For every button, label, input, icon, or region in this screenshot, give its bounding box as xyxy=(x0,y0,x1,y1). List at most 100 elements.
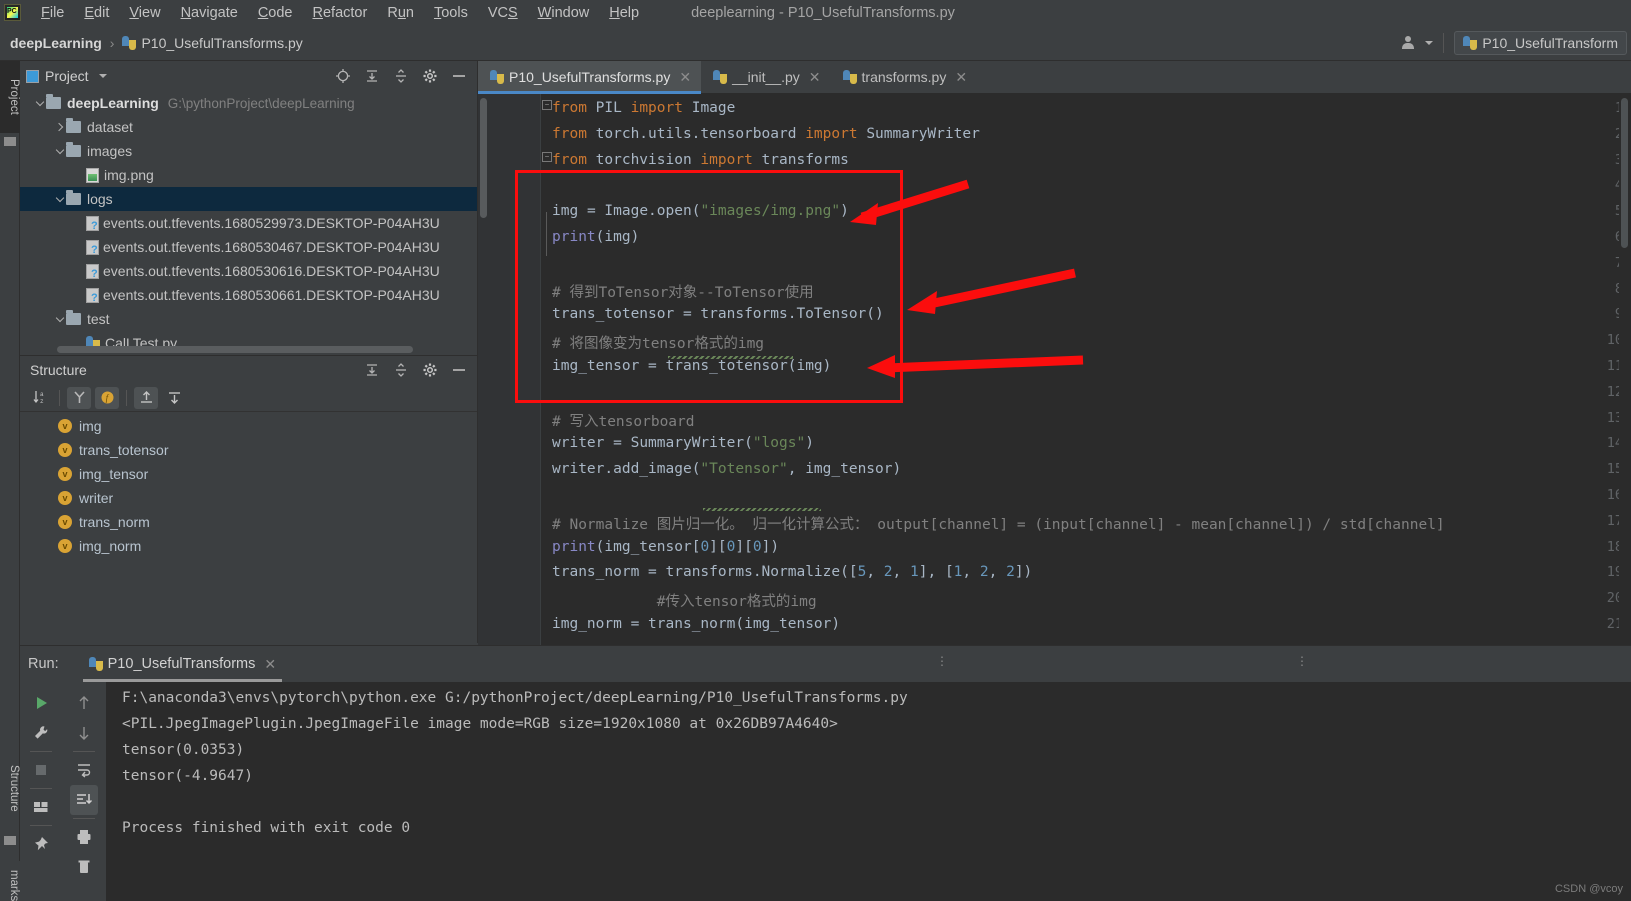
menu-vcs[interactable]: VCS xyxy=(478,3,528,23)
tree-row[interactable]: events.out.tfevents.1680529973.DESKTOP-P… xyxy=(20,211,477,235)
sidebar-item-project[interactable]: Project xyxy=(0,61,20,133)
project-horizontal-scrollbar[interactable] xyxy=(57,346,413,353)
menu-file[interactable]: File xyxy=(31,3,74,23)
structure-item-list[interactable]: v img v trans_totensor v img_tensor v writer v tr… xyxy=(20,414,477,643)
tree-row[interactable]: events.out.tfevents.1680530616.DESKTOP-P… xyxy=(20,259,477,283)
tree-row[interactable]: img.png xyxy=(20,163,477,187)
editor-tab[interactable]: transforms.py ✕ xyxy=(831,61,978,93)
code-line[interactable]: trans_totensor = transforms.ToTensor() xyxy=(552,306,884,322)
code-line[interactable]: img_tensor = trans_totensor(img) xyxy=(552,358,831,374)
user-menu-button[interactable] xyxy=(1402,35,1434,50)
run-tab[interactable]: P10_UsefulTransforms ✕ xyxy=(82,646,283,682)
down-arrow-icon[interactable] xyxy=(70,718,98,748)
tree-row[interactable]: test xyxy=(20,307,477,331)
code-line[interactable]: #传入tensor格式的img xyxy=(552,590,817,611)
code-line[interactable]: print(img_tensor[0][0][0]) xyxy=(552,539,779,555)
console-output[interactable]: F:\anaconda3\envs\pytorch\python.exe G:/… xyxy=(106,682,1631,901)
locate-icon[interactable] xyxy=(335,68,351,84)
menu-refactor[interactable]: Refactor xyxy=(303,3,378,23)
chevron-down-icon[interactable] xyxy=(98,74,107,78)
menu-view[interactable]: View xyxy=(119,3,170,23)
scroll-from-source-icon[interactable] xyxy=(134,386,158,409)
code-line[interactable]: # 将图像变为tensor格式的img xyxy=(552,332,764,353)
close-icon[interactable]: ✕ xyxy=(264,657,276,671)
show-fields-icon[interactable]: f xyxy=(95,386,119,409)
expand-all-icon[interactable] xyxy=(364,362,380,378)
gear-icon[interactable] xyxy=(422,362,438,378)
chevron-right-icon[interactable] xyxy=(54,121,66,133)
tree-row[interactable]: dataset xyxy=(20,115,477,139)
splitter-handle[interactable]: ⋮ xyxy=(936,654,948,668)
tree-row[interactable]: events.out.tfevents.1680530467.DESKTOP-P… xyxy=(20,235,477,259)
layout-icon[interactable] xyxy=(27,792,55,822)
code-line[interactable]: print(img) xyxy=(552,229,639,245)
editor-tab[interactable]: P10_UsefulTransforms.py ✕ xyxy=(478,61,702,94)
code-fold-toggle[interactable]: − xyxy=(542,100,552,110)
scroll-to-end-icon[interactable] xyxy=(70,785,98,815)
splitter-handle[interactable]: ⋮ xyxy=(1296,654,1308,668)
tree-row[interactable]: logs xyxy=(20,187,477,211)
trash-icon[interactable] xyxy=(70,852,98,882)
code-line[interactable]: img = Image.open("images/img.png") xyxy=(552,203,849,219)
chevron-down-icon[interactable] xyxy=(34,97,46,109)
structure-item[interactable]: v img_norm xyxy=(20,534,477,558)
expand-all-icon[interactable] xyxy=(364,68,380,84)
pin-icon[interactable] xyxy=(27,829,55,859)
breadcrumb-root[interactable]: deepLearning xyxy=(10,35,102,51)
code-line[interactable]: # 写入tensorboard xyxy=(552,410,695,431)
code-line[interactable]: writer.add_image("Totensor", img_tensor) xyxy=(552,461,901,477)
close-icon[interactable]: ✕ xyxy=(955,70,967,84)
menu-navigate[interactable]: Navigate xyxy=(171,3,248,23)
editor-vertical-scrollbar[interactable] xyxy=(1619,94,1631,645)
up-arrow-icon[interactable] xyxy=(70,688,98,718)
sidebar-item-structure[interactable]: Structure xyxy=(0,745,20,831)
show-inherited-icon[interactable] xyxy=(67,386,91,409)
code-line[interactable]: # Normalize 图片归一化。 归一化计算公式： output[chann… xyxy=(552,513,1445,534)
code-line[interactable]: # 得到ToTensor对象--ToTensor使用 xyxy=(552,281,814,302)
stop-icon[interactable] xyxy=(27,755,55,785)
code-line[interactable]: writer = SummaryWriter("logs") xyxy=(552,435,814,451)
scrollbar-thumb[interactable] xyxy=(1621,98,1628,248)
tree-row[interactable]: deepLearning G:\pythonProject\deepLearnin… xyxy=(20,91,477,115)
minimize-icon[interactable] xyxy=(451,362,467,378)
structure-item[interactable]: v trans_norm xyxy=(20,510,477,534)
run-icon[interactable] xyxy=(27,688,55,718)
code-canvas[interactable]: − − 123456789101112131415161718192021 fr… xyxy=(478,94,1631,645)
tree-row[interactable]: images xyxy=(20,139,477,163)
editor-tab[interactable]: __init__.py ✕ xyxy=(701,61,830,93)
menu-run[interactable]: Run xyxy=(377,3,424,23)
menu-window[interactable]: Window xyxy=(528,3,600,23)
gear-icon[interactable] xyxy=(422,68,438,84)
sidebar-item-bookmarks[interactable]: marks xyxy=(0,861,20,901)
menu-code[interactable]: Code xyxy=(248,3,303,23)
close-icon[interactable]: ✕ xyxy=(809,70,821,84)
structure-item[interactable]: v img_tensor xyxy=(20,462,477,486)
collapse-all-icon[interactable] xyxy=(393,362,409,378)
close-icon[interactable]: ✕ xyxy=(679,70,691,84)
structure-item[interactable]: v trans_totensor xyxy=(20,438,477,462)
code-line[interactable]: from torchvision import transforms xyxy=(552,152,849,168)
minimize-icon[interactable] xyxy=(451,68,467,84)
editor-left-marker-thumb[interactable] xyxy=(480,98,487,218)
code-fold-toggle[interactable]: − xyxy=(542,152,552,162)
scroll-to-source-icon[interactable] xyxy=(162,387,186,409)
code-line[interactable]: from torch.utils.tensorboard import Summ… xyxy=(552,126,980,142)
print-icon[interactable] xyxy=(70,822,98,852)
structure-item[interactable]: v writer xyxy=(20,486,477,510)
chevron-down-icon[interactable] xyxy=(54,193,66,205)
structure-item[interactable]: v img xyxy=(20,414,477,438)
chevron-down-icon[interactable] xyxy=(54,313,66,325)
menu-help[interactable]: Help xyxy=(599,3,649,23)
code-line[interactable]: from PIL import Image xyxy=(552,100,735,116)
project-file-tree[interactable]: deepLearning G:\pythonProject\deepLearnin… xyxy=(20,91,477,355)
breadcrumb-file[interactable]: P10_UsefulTransforms.py xyxy=(141,35,302,51)
tree-row[interactable]: events.out.tfevents.1680530661.DESKTOP-P… xyxy=(20,283,477,307)
chevron-down-icon[interactable] xyxy=(54,145,66,157)
code-line[interactable]: trans_norm = transforms.Normalize([5, 2,… xyxy=(552,564,1032,580)
sort-alphabetically-icon[interactable]: az xyxy=(28,387,52,409)
menu-edit[interactable]: Edit xyxy=(74,3,119,23)
menu-tools[interactable]: Tools xyxy=(424,3,478,23)
wrench-icon[interactable] xyxy=(27,718,55,748)
collapse-all-icon[interactable] xyxy=(393,68,409,84)
run-configuration-selector[interactable]: P10_UsefulTransform xyxy=(1454,30,1627,55)
